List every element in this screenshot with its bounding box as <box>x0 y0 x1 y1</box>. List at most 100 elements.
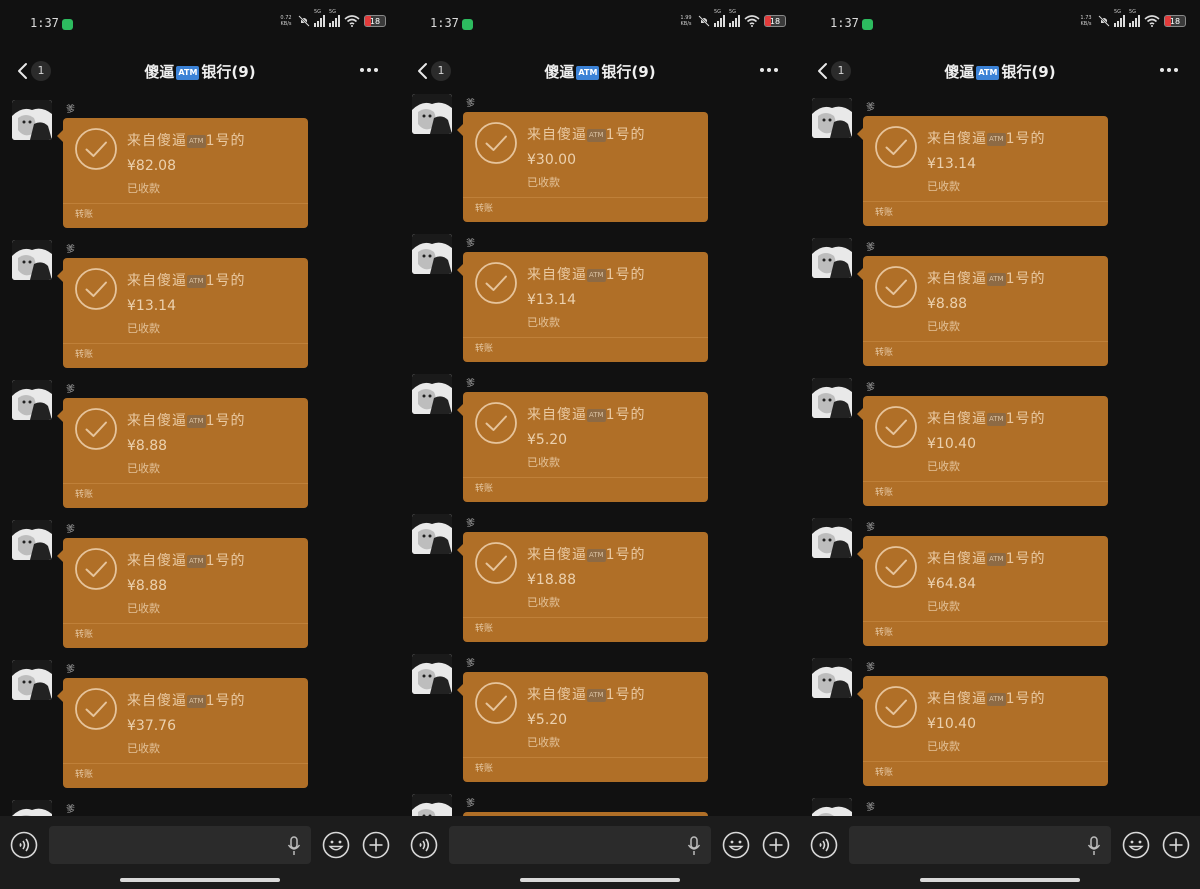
atm-emoji-icon: ATM <box>587 409 606 422</box>
more-options-icon[interactable] <box>760 68 782 74</box>
signal-label-2: 5G <box>729 9 737 15</box>
transfer-card[interactable]: 来自傻逼 ATM 1号的 ¥5.20 已收款 转账 <box>457 392 708 502</box>
transfer-card[interactable]: 来自傻逼 ATM 1号的 ¥8.88 已收款 转账 <box>57 398 308 508</box>
atm-emoji-icon: ATM <box>187 275 206 288</box>
transfer-desc-suffix: 1号的 <box>605 127 646 143</box>
transfer-status: 已收款 <box>927 740 960 753</box>
atm-emoji-icon: ATM <box>976 66 1000 80</box>
transfer-desc-suffix: 1号的 <box>605 687 646 703</box>
home-indicator[interactable] <box>920 878 1080 882</box>
avatar[interactable] <box>412 234 452 274</box>
transfer-card[interactable]: 来自傻逼 ATM 1号的 ¥8.88 已收款 转账 <box>57 538 308 648</box>
sender-name: 爹 <box>466 379 476 389</box>
transfer-status: 已收款 <box>527 456 560 469</box>
avatar[interactable] <box>812 98 852 138</box>
mic-icon[interactable] <box>1087 836 1101 856</box>
signal-bars-icon-1: 5G <box>1114 9 1125 27</box>
wifi-icon <box>344 15 360 27</box>
transfer-card[interactable]: 来自傻逼 ATM 1号的 ¥18.88 已收款 转账 <box>457 532 708 642</box>
message-input[interactable] <box>49 826 311 864</box>
transfer-card[interactable]: 来自傻逼 ATM 1号的 ¥64.84 已收款 转账 <box>857 536 1108 646</box>
chat-input-bar <box>0 816 400 889</box>
avatar[interactable] <box>412 94 452 134</box>
transfer-message: 爹 来自傻逼 ATM 1号的 ¥13.14 已收款 转账 <box>0 238 400 368</box>
battery-level: 18 <box>769 17 781 26</box>
more-options-icon[interactable] <box>1160 68 1182 74</box>
chat-input-bar <box>400 816 800 889</box>
transfer-desc-prefix: 来自傻逼 <box>527 267 587 283</box>
emoji-icon[interactable] <box>722 831 750 859</box>
transfer-card[interactable]: 来自傻逼 ATM 1号的 ¥30.00 已收款 转账 <box>457 112 708 222</box>
transfer-desc-suffix: 1号的 <box>205 133 246 149</box>
avatar[interactable] <box>12 100 52 140</box>
home-indicator[interactable] <box>520 878 680 882</box>
card-divider <box>863 341 1108 342</box>
plus-circle-icon[interactable] <box>1162 831 1190 859</box>
transfer-description: 来自傻逼 ATM 1号的 <box>527 124 645 144</box>
wechat-notification-icon <box>62 19 73 30</box>
voice-input-icon[interactable] <box>810 831 838 859</box>
check-circle-icon <box>875 686 917 728</box>
transfer-message: 爹 来自傻逼 ATM 1号的 ¥30.00 已收款 转账 <box>400 92 800 222</box>
sender-name: 爹 <box>466 799 476 809</box>
voice-input-icon[interactable] <box>10 831 38 859</box>
transfer-card[interactable]: 来自傻逼 ATM 1号的 ¥10.40 已收款 转账 <box>857 676 1108 786</box>
transfer-status: 已收款 <box>527 596 560 609</box>
check-circle-icon <box>75 128 117 170</box>
sender-name: 爹 <box>866 103 876 113</box>
voice-input-icon[interactable] <box>410 831 438 859</box>
chat-title: 傻逼 ATM 银行(9) <box>800 61 1200 82</box>
avatar[interactable] <box>812 378 852 418</box>
sender-name: 爹 <box>466 239 476 249</box>
battery-indicator: 18 <box>764 15 786 27</box>
transfer-desc-suffix: 1号的 <box>1005 271 1046 287</box>
transfer-card[interactable]: 来自傻逼 ATM 1号的 ¥82.08 已收款 转账 <box>57 118 308 228</box>
transfer-amount: ¥5.20 <box>527 712 568 728</box>
check-circle-icon <box>875 126 917 168</box>
mic-icon[interactable] <box>687 836 701 856</box>
plus-circle-icon[interactable] <box>362 831 390 859</box>
emoji-icon[interactable] <box>1122 831 1150 859</box>
transfer-card[interactable]: 来自傻逼 ATM 1号的 ¥10.40 已收款 转账 <box>857 396 1108 506</box>
card-divider <box>63 343 308 344</box>
avatar[interactable] <box>812 658 852 698</box>
avatar[interactable] <box>12 660 52 700</box>
more-options-icon[interactable] <box>360 68 382 74</box>
transfer-desc-prefix: 来自傻逼 <box>527 547 587 563</box>
signal-label-1: 5G <box>714 9 722 15</box>
transfer-desc-suffix: 1号的 <box>605 267 646 283</box>
status-bar: 1:37 1.99 KB/s 5G 5G 18 <box>400 0 800 46</box>
message-input[interactable] <box>449 826 711 864</box>
transfer-card[interactable]: 来自傻逼 ATM 1号的 ¥8.88 已收款 转账 <box>857 256 1108 366</box>
home-indicator[interactable] <box>120 878 280 882</box>
atm-emoji-icon: ATM <box>987 553 1006 566</box>
avatar[interactable] <box>812 238 852 278</box>
net-speed-unit: KB/s <box>680 21 692 27</box>
atm-emoji-icon: ATM <box>576 66 600 80</box>
transfer-type-label: 转账 <box>875 208 894 218</box>
transfer-desc-prefix: 来自傻逼 <box>127 553 187 569</box>
avatar[interactable] <box>12 380 52 420</box>
avatar[interactable] <box>12 520 52 560</box>
avatar[interactable] <box>812 518 852 558</box>
message-input[interactable] <box>849 826 1111 864</box>
avatar[interactable] <box>412 514 452 554</box>
plus-circle-icon[interactable] <box>762 831 790 859</box>
transfer-card[interactable]: 来自傻逼 ATM 1号的 ¥13.14 已收款 转账 <box>457 252 708 362</box>
transfer-type-label: 转账 <box>75 490 94 500</box>
avatar[interactable] <box>412 374 452 414</box>
transfer-amount: ¥13.14 <box>527 292 576 308</box>
transfer-desc-prefix: 来自傻逼 <box>927 691 987 707</box>
transfer-message: 爹 来自傻逼 ATM 1号的 ¥10.40 已收款 转账 <box>800 656 1200 786</box>
transfer-card[interactable]: 来自傻逼 ATM 1号的 ¥13.14 已收款 转账 <box>857 116 1108 226</box>
transfer-amount: ¥64.84 <box>927 576 976 592</box>
transfer-desc-prefix: 来自傻逼 <box>527 407 587 423</box>
card-divider <box>463 617 708 618</box>
avatar[interactable] <box>12 240 52 280</box>
emoji-icon[interactable] <box>322 831 350 859</box>
mic-icon[interactable] <box>287 836 301 856</box>
transfer-card[interactable]: 来自傻逼 ATM 1号的 ¥13.14 已收款 转账 <box>57 258 308 368</box>
avatar[interactable] <box>412 654 452 694</box>
transfer-card[interactable]: 来自傻逼 ATM 1号的 ¥5.20 已收款 转账 <box>457 672 708 782</box>
transfer-card[interactable]: 来自傻逼 ATM 1号的 ¥37.76 已收款 转账 <box>57 678 308 788</box>
